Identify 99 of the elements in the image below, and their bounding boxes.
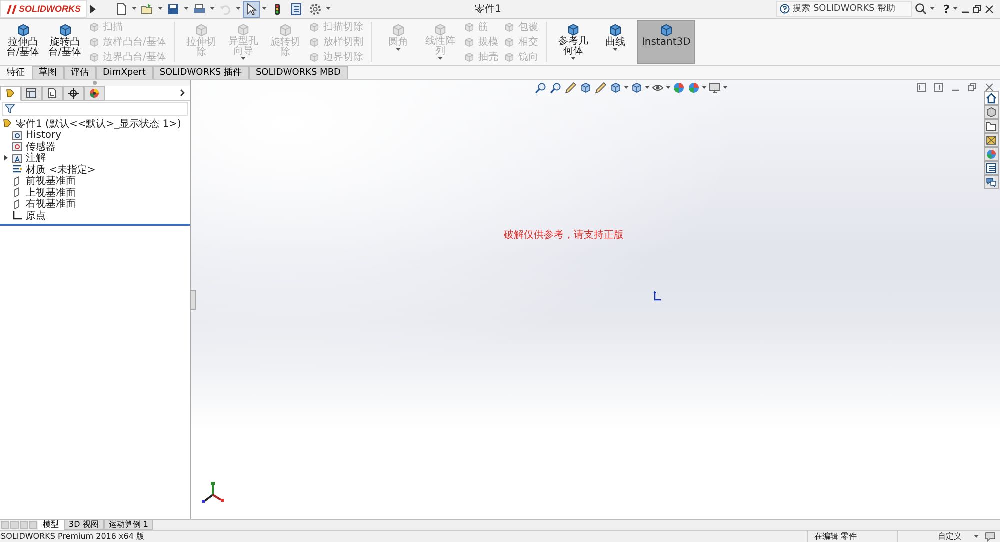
ribbon-button[interactable]: 拉伸凸台/基体 <box>3 20 43 64</box>
property-sheet-icon[interactable] <box>26 88 37 98</box>
chevron-right-icon[interactable] <box>180 89 186 97</box>
speech-bubble-icon[interactable] <box>985 532 996 542</box>
units-dropdown[interactable]: 自定义 <box>897 531 968 542</box>
caret-icon[interactable] <box>262 7 267 11</box>
cube-icon <box>309 36 320 48</box>
cube-icon <box>194 23 209 38</box>
cube-icon <box>89 22 100 32</box>
filter-icon <box>5 104 15 114</box>
search-icon[interactable] <box>914 3 927 15</box>
cube-icon <box>309 22 320 32</box>
view-tab[interactable]: 运动算例 1 <box>104 520 154 530</box>
part-icon <box>2 118 13 130</box>
manager-tab[interactable] <box>21 86 42 100</box>
view-tab[interactable]: 模型 <box>38 520 64 530</box>
caret-icon[interactable] <box>666 86 671 90</box>
ribbon-tab[interactable]: 草图 <box>32 66 64 79</box>
manager-tab[interactable] <box>84 86 105 100</box>
caret-icon[interactable] <box>974 534 979 538</box>
caret-icon[interactable] <box>210 7 215 11</box>
configuration-icon[interactable] <box>47 88 58 98</box>
annotation-folder-icon <box>12 152 23 164</box>
caret-icon[interactable] <box>723 86 728 90</box>
splitter-handle[interactable] <box>93 81 97 85</box>
cube-icon <box>464 36 476 48</box>
cube-icon <box>16 23 30 38</box>
ds-logo-icon <box>6 4 18 14</box>
tree-item[interactable]: 右视基准面 <box>26 197 76 212</box>
notice-text: 破解仅供参考，请支持正版 <box>504 228 624 242</box>
expand-arrow-icon[interactable] <box>90 4 96 14</box>
cube-icon <box>566 23 581 37</box>
origin-marker-icon <box>653 291 662 302</box>
caret-icon[interactable] <box>702 86 707 90</box>
caret-icon[interactable] <box>326 7 331 11</box>
cube-icon <box>504 22 516 32</box>
solidworks-logo[interactable]: SOLIDWORKS <box>0 0 87 18</box>
cube-icon <box>504 36 516 48</box>
crosshair-icon[interactable] <box>68 88 79 98</box>
caret-icon[interactable] <box>624 86 629 90</box>
cube-icon <box>464 22 476 32</box>
ribbon-button[interactable]: Instant3D <box>637 20 696 64</box>
cube-icon <box>309 52 320 62</box>
cube-icon <box>58 23 72 38</box>
caret-icon[interactable] <box>132 7 137 11</box>
tile-left-icon[interactable] <box>917 83 926 92</box>
ribbon-tab[interactable]: SOLIDWORKS 插件 <box>152 66 249 79</box>
panel-collapse-handle[interactable] <box>190 290 196 310</box>
ribbon-button[interactable]: 参考几何体 <box>553 20 594 64</box>
window-title: 零件1 <box>474 3 502 16</box>
cube-icon <box>504 52 516 62</box>
material-icon <box>12 164 23 176</box>
origin-icon <box>12 210 23 222</box>
manager-tab[interactable] <box>63 86 84 100</box>
ribbon-tab[interactable]: 评估 <box>64 66 96 79</box>
history-folder-icon <box>12 130 23 141</box>
help-button[interactable]: ? <box>944 2 950 16</box>
cube-icon <box>89 52 100 62</box>
cube-icon <box>464 52 476 62</box>
caret-icon[interactable] <box>570 57 576 61</box>
restore-icon[interactable] <box>973 4 982 14</box>
tree-item[interactable]: 上视基准面 <box>26 186 76 200</box>
ribbon-button[interactable]: 旋转凸台/基体 <box>45 20 85 64</box>
view-tab[interactable]: 3D 视图 <box>64 520 104 530</box>
sensor-folder-icon <box>12 141 23 152</box>
logo-text: SOLIDWORKS <box>19 4 81 14</box>
tree-item[interactable]: 材质 <未指定> <box>26 162 96 177</box>
cube-icon <box>236 23 251 37</box>
manager-tab[interactable] <box>42 86 63 100</box>
product-version-text: SOLIDWORKS Premium 2016 x64 版 <box>1 531 144 542</box>
cube-icon <box>278 23 293 38</box>
cube-icon <box>390 23 406 38</box>
tree-item[interactable]: History <box>26 130 62 141</box>
ribbon-button[interactable]: 曲线 <box>595 20 636 64</box>
tree-item[interactable]: 零件1 (默认<<默认>_显示状态 1>) <box>16 116 182 131</box>
tile-right-icon[interactable] <box>934 83 943 92</box>
tree-item[interactable]: 前视基准面 <box>26 174 76 188</box>
cube-icon <box>89 36 100 48</box>
edit-mode-text: 在编辑 零件 <box>807 531 863 542</box>
caret-icon[interactable] <box>645 86 650 90</box>
caret-icon[interactable] <box>953 7 958 11</box>
close-icon[interactable] <box>985 4 994 14</box>
filter-field[interactable] <box>2 102 188 116</box>
tree-item[interactable]: 传感器 <box>26 140 56 154</box>
caret-icon[interactable] <box>184 7 189 11</box>
ribbon-tab[interactable]: SOLIDWORKS MBD <box>248 66 348 79</box>
cube-icon <box>608 23 623 38</box>
cube-icon <box>432 23 448 37</box>
help-icon <box>780 4 790 14</box>
tree-item[interactable]: 注解 <box>26 151 46 166</box>
color-ball-icon[interactable] <box>89 88 100 98</box>
part-tree-icon[interactable] <box>5 88 16 98</box>
caret-icon[interactable] <box>158 7 163 11</box>
caret-icon[interactable] <box>930 7 935 11</box>
tree-item[interactable]: 原点 <box>26 208 46 223</box>
cube-icon <box>658 23 674 38</box>
expand-arrow-icon[interactable] <box>4 155 8 162</box>
caret-icon[interactable] <box>612 48 618 52</box>
ribbon-tab[interactable]: DimXpert <box>96 66 153 79</box>
